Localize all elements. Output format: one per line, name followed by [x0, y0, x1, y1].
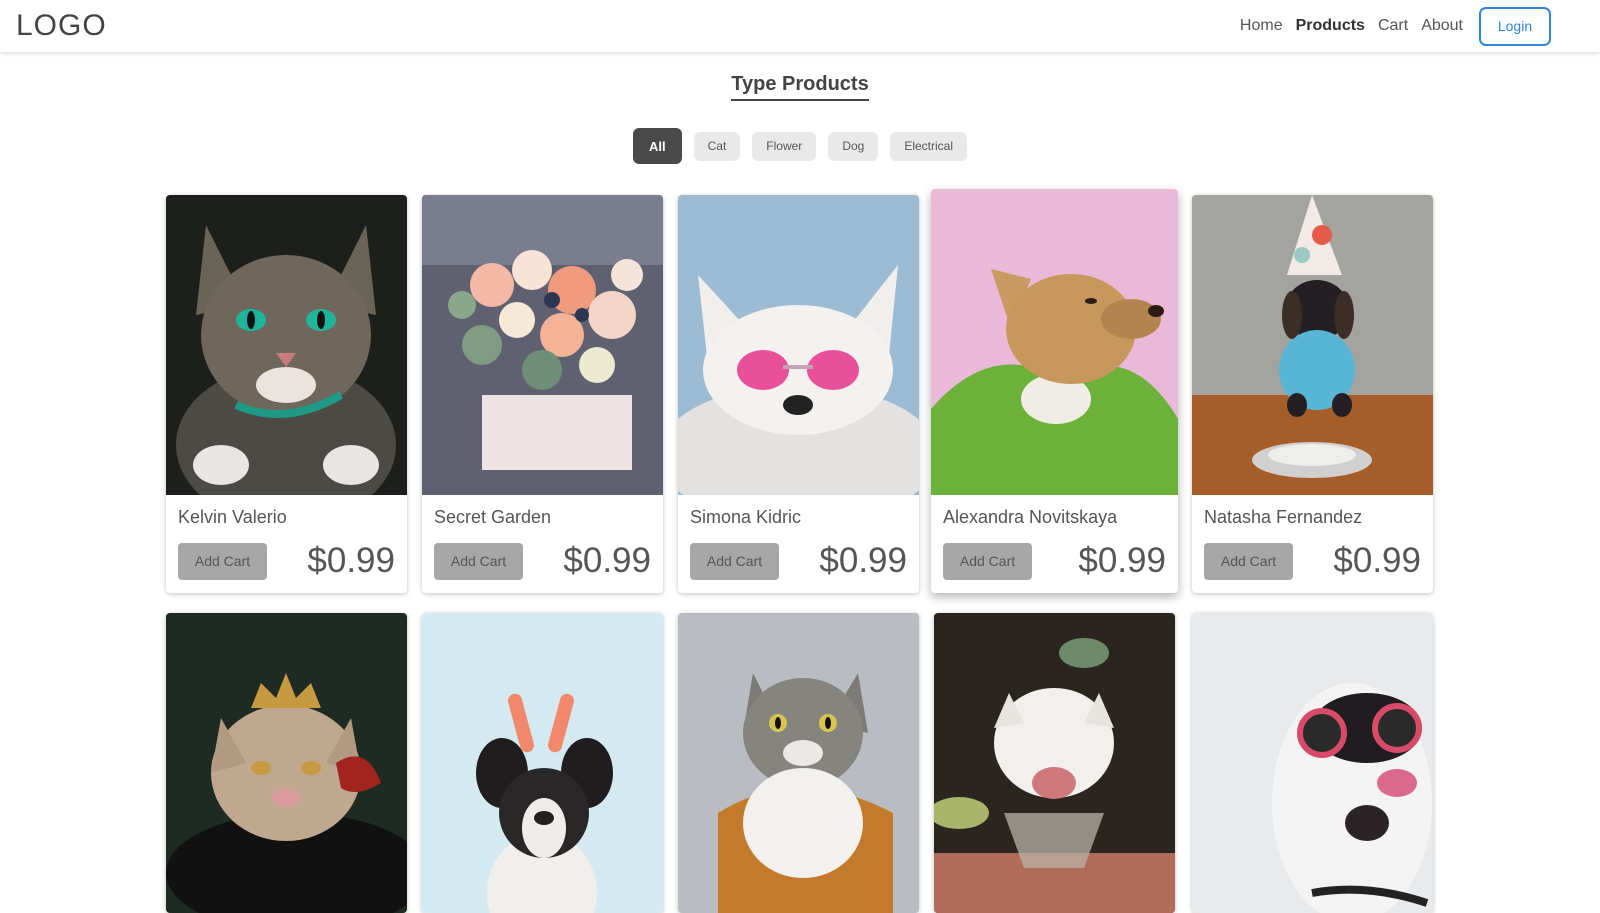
nav-products-link[interactable]: Products [1296, 17, 1365, 35]
product-card[interactable] [934, 613, 1175, 913]
filter-cat[interactable]: Cat [693, 131, 741, 161]
category-filters: All Cat Flower Dog Electrical [0, 128, 1600, 164]
dog-photo [678, 195, 919, 495]
dog-photo [1192, 195, 1433, 495]
product-card[interactable]: Alexandra Novitskaya Add Cart $0.99 [931, 189, 1178, 593]
product-image[interactable] [166, 195, 407, 495]
product-image[interactable] [1192, 613, 1433, 913]
product-price: $0.99 [563, 541, 651, 580]
product-footer: Add Cart $0.99 [178, 541, 395, 581]
top-navbar: LOGO Home Products Cart About Login [0, 0, 1600, 52]
flower-photo [422, 195, 663, 495]
add-cart-button[interactable]: Add Cart [1204, 542, 1293, 580]
product-image[interactable] [678, 613, 919, 913]
product-card[interactable] [1192, 613, 1433, 913]
product-card[interactable]: Simona Kidric Add Cart $0.99 [678, 195, 919, 593]
product-name: Secret Garden [434, 507, 552, 527]
product-price: $0.99 [1333, 541, 1421, 580]
cat-photo [678, 613, 919, 913]
product-info: Simona Kidric Add Cart $0.99 [678, 495, 919, 593]
product-name: Alexandra Novitskaya [943, 507, 1118, 527]
product-name: Simona Kidric [690, 507, 802, 527]
filter-all[interactable]: All [632, 128, 682, 164]
product-image[interactable] [422, 613, 663, 913]
add-cart-button[interactable]: Add Cart [943, 542, 1032, 580]
product-image[interactable] [678, 195, 919, 495]
product-card[interactable]: Secret Garden Add Cart $0.99 [422, 195, 663, 593]
product-footer: Add Cart $0.99 [434, 541, 651, 581]
cat-photo [166, 613, 407, 913]
cat-photo [934, 613, 1175, 913]
product-image[interactable] [422, 195, 663, 495]
filter-dog[interactable]: Dog [828, 131, 879, 161]
nav-links: Home Products Cart About Login [1227, 6, 1584, 46]
nav-home-link[interactable]: Home [1240, 17, 1283, 35]
logo[interactable]: LOGO [16, 9, 107, 43]
product-card[interactable] [678, 613, 919, 913]
product-image[interactable] [1192, 195, 1433, 495]
filter-flower[interactable]: Flower [752, 131, 817, 161]
cat-photo [166, 195, 407, 495]
dog-photo [931, 189, 1178, 495]
page-title: Type Products [731, 73, 869, 101]
add-cart-button[interactable]: Add Cart [178, 542, 267, 580]
dog-photo [1192, 613, 1433, 913]
product-info: Secret Garden Add Cart $0.99 [422, 495, 663, 593]
product-price: $0.99 [819, 541, 907, 580]
product-footer: Add Cart $0.99 [943, 541, 1166, 581]
product-info: Natasha Fernandez Add Cart $0.99 [1192, 495, 1433, 593]
product-image[interactable] [166, 613, 407, 913]
product-card[interactable] [422, 613, 663, 913]
product-card[interactable]: Kelvin Valerio Add Cart $0.99 [166, 195, 407, 593]
product-name: Kelvin Valerio [178, 507, 287, 527]
product-card[interactable] [166, 613, 407, 913]
add-cart-button[interactable]: Add Cart [434, 542, 523, 580]
product-image[interactable] [934, 613, 1175, 913]
login-button[interactable]: Login [1479, 6, 1551, 46]
product-price: $0.99 [307, 541, 395, 580]
product-image[interactable] [931, 189, 1178, 495]
nav-cart-link[interactable]: Cart [1378, 17, 1408, 35]
product-info: Kelvin Valerio Add Cart $0.99 [166, 495, 407, 593]
product-name: Natasha Fernandez [1204, 507, 1363, 527]
filter-electrical[interactable]: Electrical [890, 131, 968, 161]
product-info: Alexandra Novitskaya Add Cart $0.99 [931, 495, 1178, 593]
product-footer: Add Cart $0.99 [1204, 541, 1421, 581]
add-cart-button[interactable]: Add Cart [690, 542, 779, 580]
product-footer: Add Cart $0.99 [690, 541, 907, 581]
product-card[interactable]: Natasha Fernandez Add Cart $0.99 [1192, 195, 1433, 593]
nav-about-link[interactable]: About [1421, 17, 1463, 35]
dog-photo [422, 613, 663, 913]
page-title-wrap: Type Products [0, 73, 1600, 101]
product-price: $0.99 [1078, 541, 1166, 580]
